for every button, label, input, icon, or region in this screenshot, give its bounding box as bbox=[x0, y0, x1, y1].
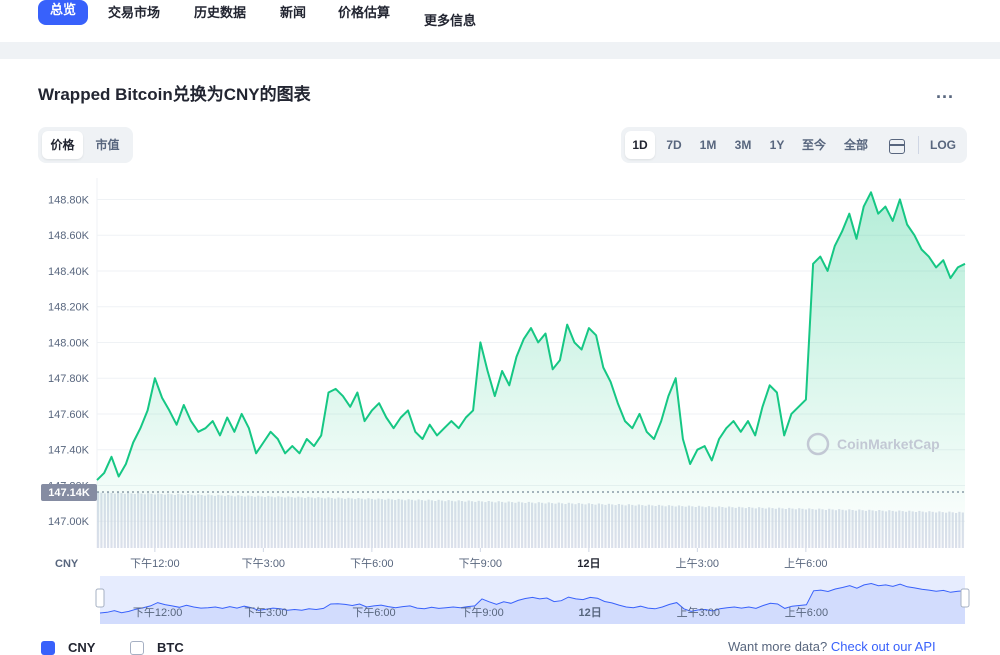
x-tick-label-3: 下午9:00 bbox=[459, 557, 502, 570]
nav-tab-markets[interactable]: 交易市场 bbox=[108, 2, 160, 21]
api-link[interactable]: Check out our API bbox=[831, 639, 936, 654]
x-tick-label-4: 12日 bbox=[577, 557, 600, 570]
nav-tab-price-estimate[interactable]: 价格估算 bbox=[338, 2, 390, 21]
price-toggle[interactable]: 价格 bbox=[42, 131, 83, 159]
x-tick-label-6: 上午6:00 bbox=[784, 557, 827, 570]
range-ytd-button[interactable]: 至今 bbox=[797, 131, 831, 159]
navigator-x-label-2: 下午6:00 bbox=[352, 606, 395, 619]
navigator-x-label-4: 12日 bbox=[579, 606, 602, 619]
calendar-icon bbox=[889, 139, 905, 154]
range-3m-button[interactable]: 3M bbox=[728, 131, 758, 159]
cny-legend-label: CNY bbox=[68, 640, 96, 655]
navigator-x-label-0: 下午12:00 bbox=[133, 606, 183, 619]
price-chart: 147.00K147.20K147.40K147.60K147.80K148.0… bbox=[41, 178, 970, 624]
x-tick-label-1: 下午3:00 bbox=[242, 557, 285, 570]
y-tick-label-9: 148.80K bbox=[48, 194, 90, 206]
nav-tab-news[interactable]: 新闻 bbox=[280, 2, 306, 21]
btc-legend-label: BTC bbox=[157, 640, 184, 655]
currency-axis-label: CNY bbox=[55, 558, 79, 570]
y-tick-label-3: 147.60K bbox=[48, 409, 90, 421]
cny-checkbox[interactable] bbox=[41, 641, 55, 655]
navigator-x-label-1: 下午3:00 bbox=[244, 606, 287, 619]
chart-title: Wrapped Bitcoin兑换为CNY的图表 bbox=[38, 85, 311, 104]
x-tick-label-5: 上午3:00 bbox=[676, 557, 719, 570]
toolbar-divider bbox=[918, 136, 919, 154]
navigator-right-handle[interactable] bbox=[960, 588, 970, 608]
x-tick-label-2: 下午6:00 bbox=[350, 557, 393, 570]
range-7d-button[interactable]: 7D bbox=[659, 131, 689, 159]
y-tick-label-2: 147.40K bbox=[48, 445, 90, 457]
range-all-button[interactable]: 全部 bbox=[837, 131, 875, 159]
y-tick-label-4: 147.80K bbox=[48, 373, 90, 385]
y-tick-label-7: 148.40K bbox=[48, 266, 90, 278]
date-picker-button[interactable] bbox=[883, 131, 911, 159]
chart-type-toggle: 价格 市值 bbox=[38, 127, 133, 163]
current-price-label: 147.14K bbox=[48, 487, 90, 499]
range-1y-button[interactable]: 1Y bbox=[763, 131, 791, 159]
nav-tab-historical-data[interactable]: 历史数据 bbox=[194, 2, 246, 21]
navigator-x-label-6: 上午6:00 bbox=[785, 606, 828, 619]
api-promo: Want more data? Check out our API bbox=[728, 639, 936, 654]
y-tick-label-6: 148.20K bbox=[48, 302, 90, 314]
time-range-selector: 1D 7D 1M 3M 1Y 至今 全部 LOG bbox=[621, 127, 967, 163]
navigator-x-label-3: 下午9:00 bbox=[460, 606, 503, 619]
range-1m-button[interactable]: 1M bbox=[693, 131, 723, 159]
page-scroll-edge bbox=[993, 70, 1000, 650]
more-options-button[interactable]: ... bbox=[936, 82, 954, 103]
y-tick-label-8: 148.60K bbox=[48, 230, 90, 242]
watermark-text: CoinMarketCap bbox=[837, 436, 940, 452]
btc-checkbox[interactable] bbox=[130, 641, 144, 655]
navigator-left-handle[interactable] bbox=[95, 588, 105, 608]
x-tick-label-0: 下午12:00 bbox=[130, 557, 180, 570]
y-tick-label-0: 147.00K bbox=[48, 516, 90, 528]
nav-tab-more-info[interactable]: 更多信息 bbox=[424, 10, 476, 29]
y-tick-label-5: 148.00K bbox=[48, 337, 90, 349]
navigator-x-label-5: 上午3:00 bbox=[677, 606, 720, 619]
api-promo-text: Want more data? bbox=[728, 639, 828, 654]
section-separator bbox=[0, 42, 1000, 59]
nav-tab-overview[interactable]: 总览 bbox=[38, 0, 89, 25]
market-cap-toggle[interactable]: 市值 bbox=[87, 131, 128, 159]
range-1d-button[interactable]: 1D bbox=[625, 131, 655, 159]
top-nav: 总览 交易市场 历史数据 新闻 价格估算 更多信息 bbox=[0, 0, 1000, 42]
log-scale-button[interactable]: LOG bbox=[925, 131, 961, 159]
